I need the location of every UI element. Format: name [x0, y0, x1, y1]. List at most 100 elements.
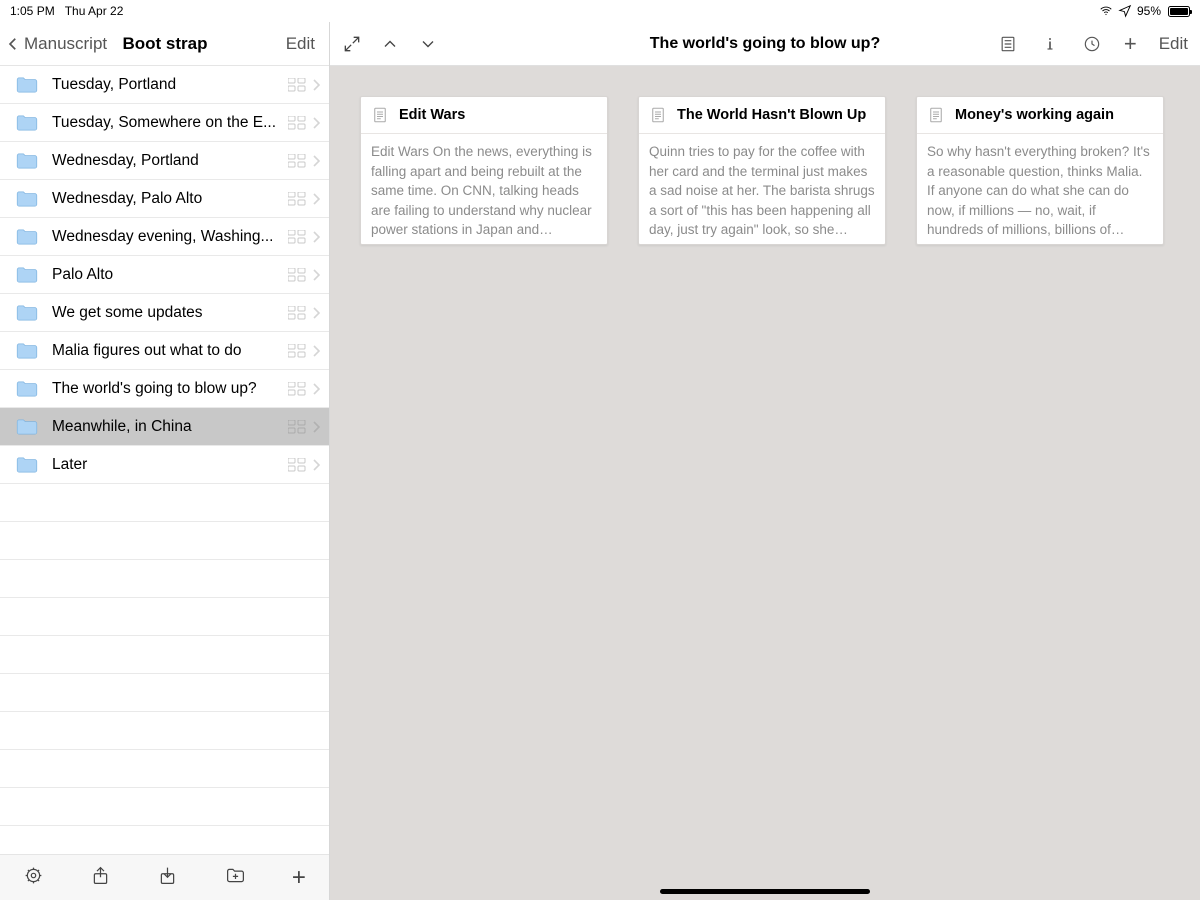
sidebar-item[interactable]: Meanwhile, in China [0, 408, 329, 446]
nav-group [342, 34, 438, 54]
import-button[interactable] [151, 859, 184, 897]
sidebar-item-label: The world's going to blow up? [52, 380, 288, 398]
sidebar-item[interactable]: Palo Alto [0, 256, 329, 294]
status-date: Thu Apr 22 [65, 4, 124, 18]
settings-button[interactable] [17, 859, 50, 897]
sidebar-item[interactable]: We get some updates [0, 294, 329, 332]
corkboard-icon [288, 420, 306, 434]
sidebar-item-label: Tuesday, Portland [52, 76, 288, 94]
sidebar-item-label: Meanwhile, in China [52, 418, 288, 436]
sidebar-item-label: Wednesday, Palo Alto [52, 190, 288, 208]
sidebar: Manuscript Boot strap Edit Tuesday, Port… [0, 22, 330, 900]
status-time: 1:05 PM [10, 4, 55, 18]
sidebar-item[interactable]: Later [0, 446, 329, 484]
chevron-right-icon [312, 420, 321, 434]
sidebar-item[interactable]: Wednesday evening, Washing... [0, 218, 329, 256]
add-button[interactable]: + [1124, 33, 1137, 55]
sidebar-empty-row [0, 788, 329, 826]
chevron-right-icon [312, 78, 321, 92]
corkboard-icon [288, 78, 306, 92]
sidebar-item-label: We get some updates [52, 304, 288, 322]
document-icon [371, 106, 389, 124]
corkboard-icon [288, 230, 306, 244]
index-card[interactable]: Edit Wars Edit Wars On the news, everyth… [360, 96, 608, 245]
back-label: Manuscript [24, 34, 107, 54]
wifi-icon [1099, 4, 1113, 18]
corkboard-icon [288, 192, 306, 206]
corkboard-icon [288, 116, 306, 130]
chevron-right-icon [312, 382, 321, 396]
chevron-right-icon [312, 154, 321, 168]
sidebar-toolbar: + [0, 854, 329, 900]
sidebar-item[interactable]: The world's going to blow up? [0, 370, 329, 408]
share-button[interactable] [84, 859, 117, 897]
sidebar-empty-row [0, 484, 329, 522]
sidebar-item[interactable]: Tuesday, Somewhere on the E... [0, 104, 329, 142]
history-icon[interactable] [1082, 34, 1102, 54]
sidebar-item[interactable]: Wednesday, Palo Alto [0, 180, 329, 218]
corkboard-icon [288, 306, 306, 320]
sidebar-empty-row [0, 560, 329, 598]
sidebar-item-label: Later [52, 456, 288, 474]
sidebar-item-label: Wednesday, Portland [52, 152, 288, 170]
corkboard-icon [288, 382, 306, 396]
main-area: The world's going to blow up? + Edit Edi… [330, 22, 1200, 900]
chevron-right-icon [312, 306, 321, 320]
sidebar-item[interactable]: Tuesday, Portland [0, 66, 329, 104]
chevron-right-icon [312, 344, 321, 358]
card-body: Quinn tries to pay for the coffee with h… [649, 142, 875, 240]
corkboard-icon [288, 268, 306, 282]
sidebar-item-label: Palo Alto [52, 266, 288, 284]
sidebar-header: Manuscript Boot strap Edit [0, 22, 329, 66]
sidebar-empty-row [0, 522, 329, 560]
card-title: Money's working again [955, 107, 1114, 123]
sidebar-item-label: Wednesday evening, Washing... [52, 228, 288, 246]
home-indicator[interactable] [660, 889, 870, 894]
folder-icon [16, 115, 38, 131]
sidebar-edit-button[interactable]: Edit [280, 30, 321, 58]
sidebar-empty-row [0, 712, 329, 750]
sidebar-item[interactable]: Malia figures out what to do [0, 332, 329, 370]
corkboard: Edit Wars Edit Wars On the news, everyth… [330, 66, 1200, 900]
sidebar-empty-row [0, 636, 329, 674]
main-header: The world's going to blow up? + Edit [330, 22, 1200, 66]
card-title: Edit Wars [399, 107, 465, 123]
sidebar-empty-row [0, 750, 329, 788]
outline-icon[interactable] [998, 34, 1018, 54]
chevron-right-icon [312, 230, 321, 244]
new-button[interactable]: + [286, 860, 312, 896]
info-icon[interactable] [1040, 34, 1060, 54]
chevron-left-icon [4, 35, 22, 53]
chevron-up-icon[interactable] [380, 34, 400, 54]
corkboard-icon [288, 154, 306, 168]
battery-icon [1166, 6, 1190, 17]
sidebar-empty-row [0, 674, 329, 712]
card-body: So why hasn't everything broken? It's a … [927, 142, 1153, 240]
location-icon [1118, 4, 1132, 18]
gear-icon [23, 865, 44, 886]
sidebar-item-label: Malia figures out what to do [52, 342, 288, 360]
chevron-right-icon [312, 116, 321, 130]
corkboard-icon [288, 458, 306, 472]
battery-percent: 95% [1137, 4, 1161, 18]
sidebar-empty-row [0, 598, 329, 636]
chevron-down-icon[interactable] [418, 34, 438, 54]
folder-icon [16, 419, 38, 435]
corkboard-icon [288, 344, 306, 358]
index-card[interactable]: The World Hasn't Blown Up Quinn tries to… [638, 96, 886, 245]
card-title: The World Hasn't Blown Up [677, 107, 866, 123]
document-icon [649, 106, 667, 124]
folder-icon [16, 305, 38, 321]
share-icon [90, 865, 111, 886]
chevron-right-icon [312, 192, 321, 206]
sidebar-list: Tuesday, Portland Tuesday, Somewhere on … [0, 66, 329, 854]
index-card[interactable]: Money's working again So why hasn't ever… [916, 96, 1164, 245]
expand-icon[interactable] [342, 34, 362, 54]
sidebar-item[interactable]: Wednesday, Portland [0, 142, 329, 180]
sidebar-item-label: Tuesday, Somewhere on the E... [52, 114, 288, 132]
new-folder-button[interactable] [219, 859, 252, 897]
folder-icon [16, 77, 38, 93]
main-edit-button[interactable]: Edit [1159, 34, 1188, 54]
back-button[interactable]: Manuscript [4, 34, 107, 54]
folder-icon [16, 457, 38, 473]
